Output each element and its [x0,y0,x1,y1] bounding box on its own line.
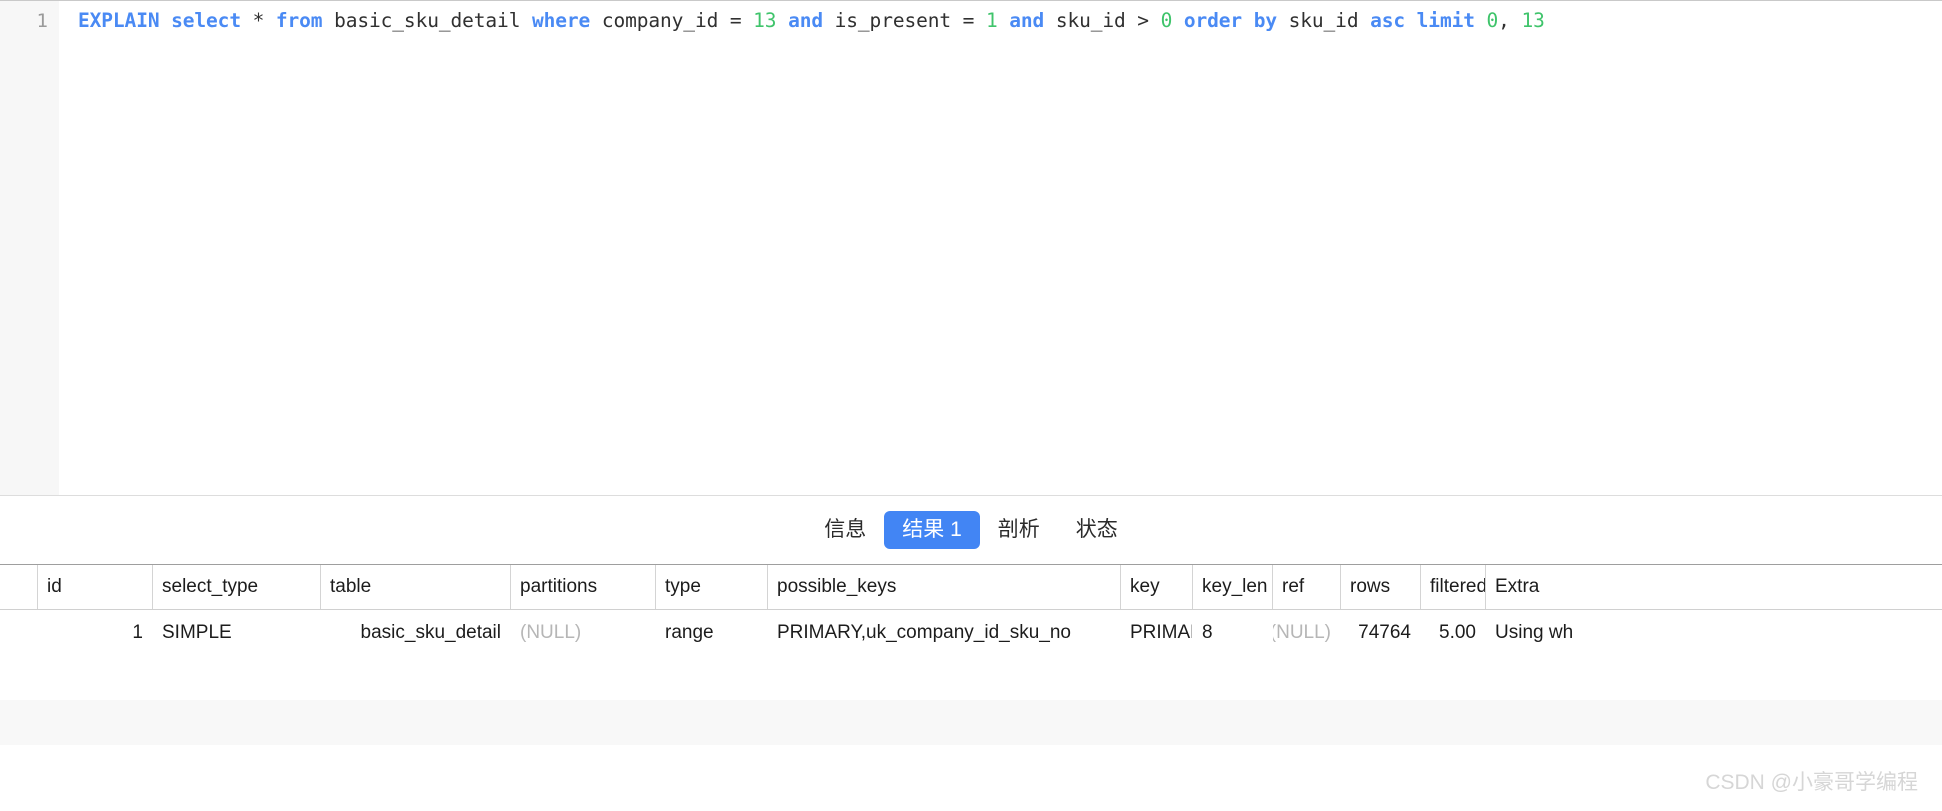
sql-token-id-32: sku_id [1288,9,1359,32]
cell-value-ref: (NULL) [1272,621,1331,643]
sql-token-kw-0: EXPLAIN [78,9,160,32]
sql-token-op-39: , [1498,9,1522,32]
grid-empty-row [0,700,1942,745]
sql-token-kw-2: select [171,9,241,32]
sql-token-sp-11 [590,9,602,32]
sql-token-kw-16: and [788,9,823,32]
sql-token-num-38: 0 [1486,9,1499,32]
cell-value-id: 1 [132,621,143,643]
cell-value-filtered: 5.00 [1439,621,1476,643]
sql-token-op-19: = [951,9,986,32]
column-header-key[interactable]: key [1120,565,1192,609]
cell-value-key: PRIMARY [1130,621,1192,643]
sql-token-kw-22: and [1009,9,1045,32]
sql-token-kw-30: by [1253,9,1277,32]
sql-token-op-4: * [252,9,265,32]
sql-token-sp-37 [1475,9,1487,32]
tab-profile[interactable]: 剖析 [980,511,1058,549]
sql-token-num-14: 13 [753,9,777,32]
sql-token-num-26: 0 [1160,9,1173,32]
cell-value-table: basic_sku_detail [360,621,501,643]
cell-key_len[interactable]: 8 [1192,610,1272,655]
editor-line-number-gutter: 1 [0,1,59,495]
sql-token-sp-35 [1405,9,1417,32]
sql-token-id-8: basic_sku_detail [334,9,521,32]
csdn-watermark: CSDN @小豪哥学编程 [1705,771,1918,794]
sql-token-sp-23 [1044,9,1056,32]
sql-token-sp-29 [1242,9,1254,32]
cell-value-key_len: 8 [1202,621,1213,643]
sql-token-sp-33 [1358,9,1370,32]
column-header-table[interactable]: table [320,565,510,609]
cell-value-select_type: SIMPLE [162,621,232,643]
column-header-select_type[interactable]: select_type [152,565,320,609]
sql-token-id-12: company_id [601,9,719,32]
sql-token-sp-7 [322,9,334,32]
sql-token-sp-9 [520,9,532,32]
sql-token-id-18: is_present [834,9,952,32]
grid-empty-row [0,655,1942,700]
cell-ref[interactable]: (NULL) [1272,610,1340,655]
grid-header-row: id select_type table partitions type possible… [0,565,1942,610]
sql-token-sp-1 [159,9,171,32]
table-row[interactable]: 1 SIMPLE basic_sku_detail (NULL) range PRIMAR… [0,610,1942,655]
column-header-rows[interactable]: rows [1340,565,1420,609]
cell-value-rows: 74764 [1358,621,1411,643]
cell-filtered[interactable]: 5.00 [1420,610,1485,655]
sql-token-sp-5 [264,9,276,32]
explain-result-grid[interactable]: id select_type table partitions type possible… [0,564,1942,811]
line-number-1: 1 [36,10,48,32]
sql-token-num-40: 13 [1521,9,1545,32]
sql-token-sp-15 [776,9,788,32]
sql-editor-pane[interactable]: 1 EXPLAIN select * from basic_sku_detail… [0,0,1942,495]
results-pane: 信息 结果 1 剖析 状态 id select_type table partitions t… [0,495,1942,811]
column-header-possible_keys[interactable]: possible_keys [767,565,1120,609]
cell-key[interactable]: PRIMARY [1120,610,1192,655]
sql-token-kw-36: limit [1416,9,1475,32]
cell-id[interactable]: 1 [37,610,152,655]
sql-token-num-20: 1 [985,9,998,32]
sql-token-kw-28: order [1183,9,1243,32]
cell-rows[interactable]: 74764 [1340,610,1420,655]
sql-token-sp-3 [241,9,253,32]
grid-empty-row [0,745,1942,811]
cell-table[interactable]: basic_sku_detail [320,610,510,655]
tab-status[interactable]: 状态 [1058,511,1136,549]
sql-token-kw-6: from [275,9,323,32]
sql-token-op-13: = [718,9,754,32]
sql-token-sp-27 [1172,9,1184,32]
cell-possible_keys[interactable]: PRIMARY,uk_company_id_sku_no [767,610,1120,655]
cell-Extra[interactable]: Using where [1485,610,1573,655]
column-header-Extra[interactable]: Extra [1485,565,1573,609]
result-tab-bar: 信息 结果 1 剖析 状态 [0,496,1942,564]
cell-value-partitions: (NULL) [520,621,582,643]
column-header-ref[interactable]: ref [1272,565,1340,609]
sql-token-kw-10: where [531,9,591,32]
cell-value-possible_keys: PRIMARY,uk_company_id_sku_no [777,621,1071,643]
sql-token-sp-17 [823,9,835,32]
sql-token-sp-31 [1277,9,1289,32]
sql-statement-line[interactable]: EXPLAIN select * from basic_sku_detail w… [78,8,1545,33]
tab-info[interactable]: 信息 [806,511,884,549]
sql-token-kw-34: asc [1370,9,1406,32]
cell-partitions[interactable]: (NULL) [510,610,655,655]
sql-token-op-25: > [1125,9,1161,32]
cell-type[interactable]: range [655,610,767,655]
column-header-partitions[interactable]: partitions [510,565,655,609]
tab-result1[interactable]: 结果 1 [884,511,980,549]
cell-value-type: range [665,621,714,643]
column-header-key_len[interactable]: key_len [1192,565,1272,609]
column-header-id[interactable]: id [37,565,152,609]
sql-token-id-24: sku_id [1055,9,1126,32]
sql-token-sp-21 [998,9,1010,32]
column-header-type[interactable]: type [655,565,767,609]
text-caret [137,9,138,32]
cell-select_type[interactable]: SIMPLE [152,610,320,655]
editor-code-area[interactable]: EXPLAIN select * from basic_sku_detail w… [59,1,1942,495]
column-header-filtered[interactable]: filtered [1420,565,1485,609]
cell-value-Extra: Using where [1495,621,1573,643]
